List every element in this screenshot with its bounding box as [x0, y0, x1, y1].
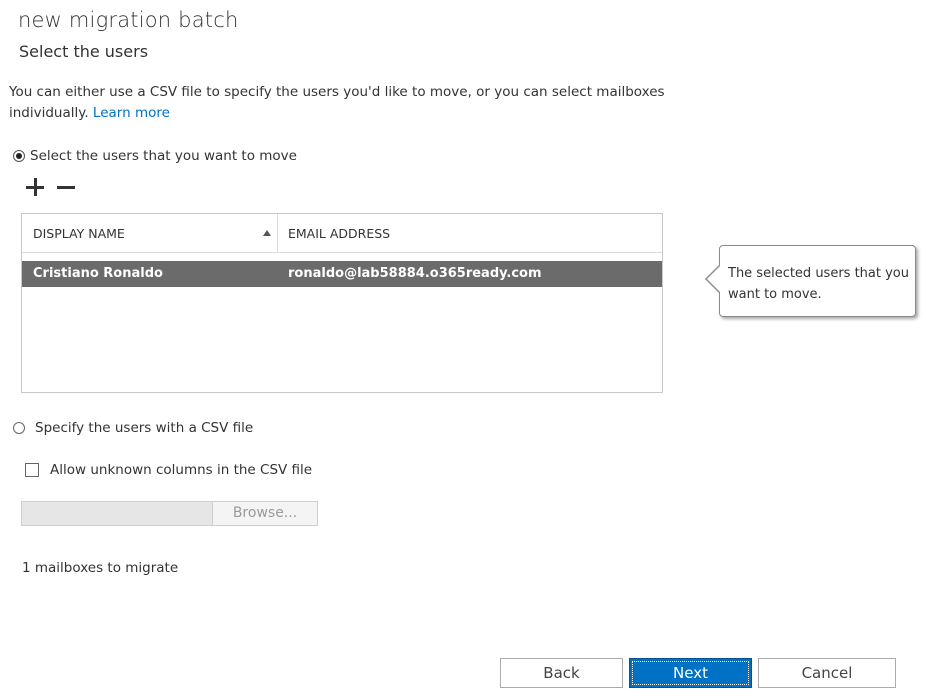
table-header: DISPLAY NAME EMAIL ADDRESS [22, 214, 662, 253]
learn-more-link[interactable]: Learn more [93, 105, 170, 121]
column-header-display-name[interactable]: DISPLAY NAME [22, 214, 278, 252]
table-row[interactable]: Cristiano Ronaldo ronaldo@lab58884.o365r… [22, 261, 662, 287]
radio-csv-file-label: Specify the users with a CSV file [35, 420, 254, 436]
csv-file-path-field[interactable] [21, 501, 213, 526]
minus-icon [57, 186, 75, 189]
users-table: DISPLAY NAME EMAIL ADDRESS Cristiano Ron… [21, 213, 663, 393]
radio-unselected-icon[interactable] [13, 422, 25, 434]
cell-display-name: Cristiano Ronaldo [33, 266, 163, 281]
column-header-label: DISPLAY NAME [33, 226, 125, 241]
mailbox-count: 1 mailboxes to migrate [22, 560, 179, 576]
radio-selected-icon[interactable] [13, 150, 25, 162]
description: You can either use a CSV file to specify… [9, 82, 669, 124]
allow-unknown-columns-label: Allow unknown columns in the CSV file [50, 462, 313, 478]
radio-csv-file[interactable]: Specify the users with a CSV file [13, 420, 253, 436]
browse-button[interactable]: Browse... [212, 501, 318, 526]
checkbox-unchecked-icon[interactable] [25, 463, 39, 477]
sort-ascending-icon [263, 230, 271, 236]
help-callout: The selected users that you want to move… [719, 245, 916, 317]
next-button[interactable]: Next [629, 658, 752, 688]
allow-unknown-columns-checkbox[interactable]: Allow unknown columns in the CSV file [25, 462, 312, 478]
add-user-button[interactable] [24, 175, 46, 201]
page-title: new migration batch [18, 8, 239, 32]
radio-select-users[interactable]: Select the users that you want to move [13, 148, 297, 164]
remove-user-button[interactable] [55, 175, 77, 201]
radio-select-users-label: Select the users that you want to move [30, 148, 297, 164]
page-subtitle: Select the users [19, 42, 149, 61]
back-button[interactable]: Back [500, 658, 623, 688]
column-header-label: EMAIL ADDRESS [288, 226, 391, 241]
cancel-button[interactable]: Cancel [758, 658, 896, 688]
cell-email-address: ronaldo@lab58884.o365ready.com [288, 266, 542, 281]
column-header-email-address[interactable]: EMAIL ADDRESS [278, 214, 662, 252]
